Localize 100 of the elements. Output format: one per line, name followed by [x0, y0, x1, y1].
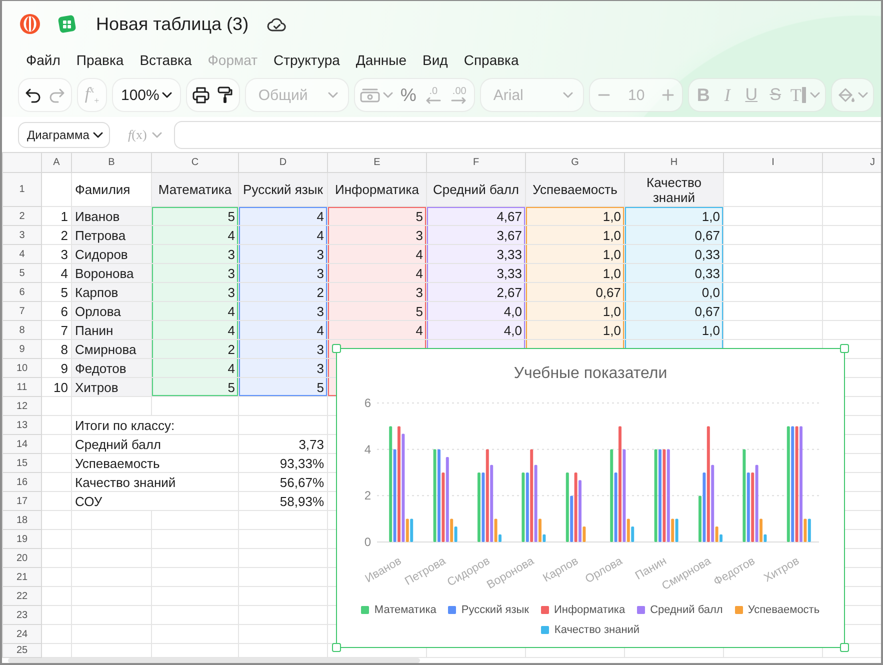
left-arrow-icon: [425, 96, 442, 104]
table-cell: 2: [238, 282, 328, 302]
resize-handle[interactable]: [332, 344, 341, 353]
table-cell: Хитров: [72, 378, 152, 396]
menu-item[interactable]: Вид: [414, 50, 456, 70]
table-cell: 5: [152, 206, 238, 226]
row-header[interactable]: 25: [2, 644, 42, 658]
row-header[interactable]: 1: [2, 172, 42, 206]
column-header[interactable]: E: [328, 152, 426, 172]
menu-item[interactable]: Данные: [348, 50, 415, 70]
banknote-icon: [360, 88, 380, 102]
menu-item[interactable]: Файл: [18, 50, 68, 70]
column-header[interactable]: I: [724, 152, 822, 172]
row-header[interactable]: 14: [2, 434, 42, 454]
column-header[interactable]: H: [624, 152, 724, 172]
row-header[interactable]: 16: [2, 472, 42, 492]
row-header[interactable]: 3: [2, 226, 42, 244]
table-cell: 5: [238, 378, 328, 396]
row-header[interactable]: 9: [2, 340, 42, 358]
axis-tick-label: 4: [364, 442, 371, 456]
row-header[interactable]: 4: [2, 244, 42, 264]
header-cell: Математика: [152, 172, 238, 206]
row-header[interactable]: 19: [2, 530, 42, 548]
row-header[interactable]: 11: [2, 378, 42, 396]
column-header[interactable]: G: [526, 152, 624, 172]
resize-handle[interactable]: [840, 344, 849, 353]
table-cell: Карпов: [72, 282, 152, 302]
table-cell: Орлова: [72, 302, 152, 320]
table-cell: 3,73: [238, 434, 328, 454]
paint-bucket-icon: [837, 86, 856, 104]
table-cell: Смирнова: [72, 340, 152, 358]
legend-label: Качество знаний: [554, 624, 640, 636]
caret-icon: [810, 92, 820, 98]
formula-field[interactable]: [174, 120, 881, 148]
column-header[interactable]: B: [72, 152, 152, 172]
table-cell: 4: [152, 226, 238, 244]
zoom-dropdown[interactable]: 100%: [116, 81, 178, 109]
table-cell: 0,67: [624, 226, 724, 244]
row-header[interactable]: 23: [2, 606, 42, 624]
menu-item[interactable]: Правка: [68, 50, 132, 70]
table-cell: 3: [328, 226, 426, 244]
caret-icon: [858, 92, 868, 98]
undo-icon: [24, 87, 42, 103]
table-cell: 3: [152, 282, 238, 302]
header-cell: Успеваемость: [526, 172, 624, 206]
row-header[interactable]: 15: [2, 454, 42, 472]
table-cell: 2,67: [426, 282, 526, 302]
table-cell: 4: [152, 302, 238, 320]
resize-handle[interactable]: [332, 643, 341, 652]
column-header[interactable]: C: [152, 152, 238, 172]
chart-title: Учебные показатели: [514, 365, 668, 382]
table-cell: Качество знаний: [72, 472, 238, 492]
row-header[interactable]: 2: [2, 206, 42, 226]
legend-label: Русский язык: [461, 604, 529, 616]
axis-tick-label: 2: [364, 488, 371, 503]
menu-item[interactable]: Справка: [456, 50, 527, 70]
row-header[interactable]: 20: [2, 548, 42, 568]
row-header[interactable]: 10: [2, 358, 42, 378]
column-header[interactable]: A: [42, 152, 72, 172]
table-cell: 1,0: [624, 320, 724, 340]
table-cell: 4: [238, 320, 328, 340]
resize-handle[interactable]: [840, 643, 849, 652]
table-cell: 5: [328, 206, 426, 226]
color-bar-icon: [802, 87, 806, 103]
name-box[interactable]: Диаграмма: [18, 122, 110, 148]
row-header[interactable]: 12: [2, 396, 42, 416]
menu-item[interactable]: Структура: [266, 50, 348, 70]
header-cell: Информатика: [328, 172, 426, 206]
row-header[interactable]: 8: [2, 320, 42, 340]
table-cell: 4: [152, 320, 238, 340]
row-header[interactable]: 17: [2, 492, 42, 510]
row-header[interactable]: 24: [2, 624, 42, 644]
select-all-corner[interactable]: [2, 152, 42, 172]
table-cell: Воронова: [72, 264, 152, 282]
legend-label: Средний балл: [650, 604, 723, 616]
column-header[interactable]: J: [822, 152, 881, 172]
horizontal-scrollbar[interactable]: [8, 658, 420, 663]
table-cell: СОУ: [72, 492, 238, 510]
caret-icon: [162, 92, 172, 98]
row-header[interactable]: 5: [2, 264, 42, 282]
header-cell: Средний балл: [426, 172, 526, 206]
table-cell: 4,0: [426, 302, 526, 320]
caret-icon: [93, 132, 104, 138]
table-cell: 1,0: [624, 206, 724, 226]
table-cell: 3: [238, 264, 328, 282]
table-cell: 3: [152, 264, 238, 282]
table-cell: 4,67: [426, 206, 526, 226]
row-header[interactable]: 22: [2, 586, 42, 606]
row-header[interactable]: 6: [2, 282, 42, 302]
table-cell: 56,67%: [238, 472, 328, 492]
axis-tick-label: 6: [364, 396, 371, 410]
row-header[interactable]: 13: [2, 416, 42, 434]
table-cell: Иванов: [72, 206, 152, 226]
column-header[interactable]: D: [238, 152, 328, 172]
menu-item[interactable]: Вставка: [132, 50, 200, 70]
row-header[interactable]: 21: [2, 568, 42, 586]
row-header[interactable]: 18: [2, 510, 42, 530]
column-header[interactable]: F: [426, 152, 526, 172]
row-header[interactable]: 7: [2, 302, 42, 320]
table-cell: 3,67: [426, 226, 526, 244]
